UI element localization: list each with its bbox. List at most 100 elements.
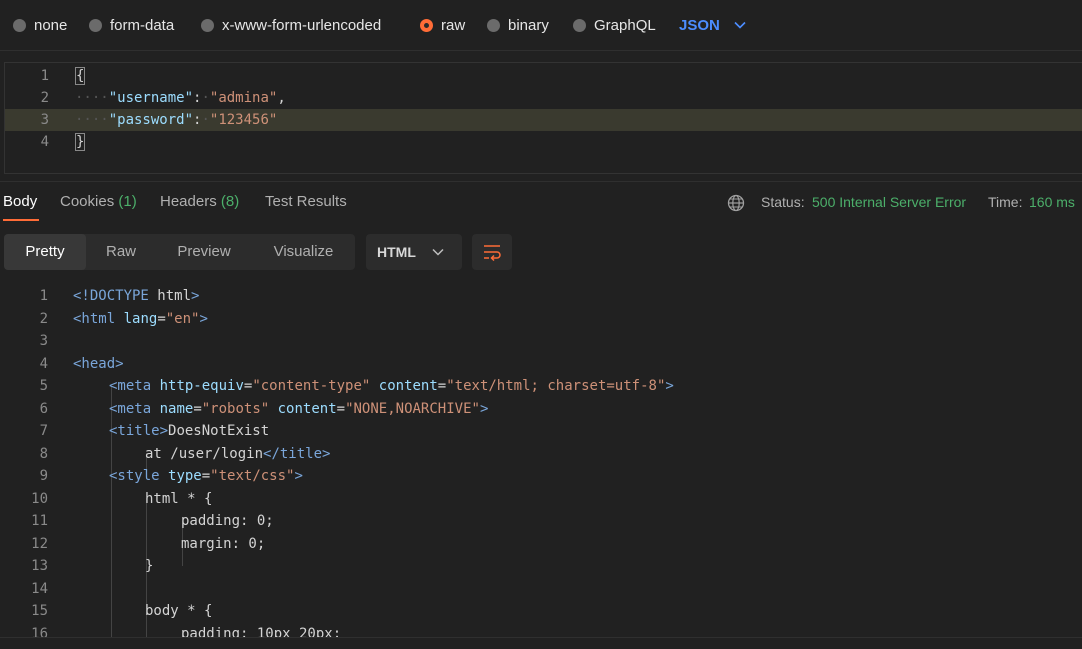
response-code-line: 5 <meta http-equiv="content-type" content… [0,375,1082,397]
response-code-line: 14 [0,578,1082,600]
code-text: <style type="text/css"> [109,468,303,484]
chevron-down-icon [734,21,746,29]
status-label: Status: [761,194,805,210]
time-label: Time: [988,194,1023,210]
view-preview-button[interactable]: Preview [156,234,252,270]
tab-headers[interactable]: Headers (8) [160,193,239,210]
line-number: 6 [39,400,48,417]
code-text: { [75,67,86,85]
radio-dot-icon [89,18,102,32]
radio-dot-icon [487,18,500,32]
line-number: 5 [39,378,48,394]
tab-cookies[interactable]: Cookies (1) [60,193,137,210]
response-code-line: 13} [0,555,1082,577]
view-raw-button[interactable]: Raw [86,234,156,270]
bottom-edge [0,637,1082,649]
raw-language-dropdown[interactable]: JSON [679,15,746,35]
radio-x-www-form-urlencoded[interactable]: x-www-form-urlencoded [201,15,381,35]
code-text: } [75,133,86,151]
tab-label: Body [3,193,38,210]
line-number: 3 [40,112,49,128]
radio-label: GraphQL [594,16,656,34]
radio-binary[interactable]: binary [487,15,549,35]
radio-form-data[interactable]: form-data [89,15,174,35]
code-text: padding: 10px 20px; [181,625,342,638]
editor-line: 2 ····"username":·"admina", [5,87,1082,109]
tab-body[interactable]: Body [3,193,37,210]
wrap-lines-button[interactable] [472,234,512,270]
radio-dot-icon [573,18,586,32]
code-text: } [145,558,154,574]
tab-label: Headers [160,193,217,210]
line-number: 12 [31,535,48,552]
response-code-line: 6 <meta name="robots" content="NONE,NOARC… [0,398,1082,420]
response-code-line: 11 padding: 0; [0,510,1082,532]
code-text: at /user/login</title> [145,445,331,462]
code-text: <html lang="en"> [73,310,208,327]
response-code-line: 3 [0,330,1082,352]
radio-label: x-www-form-urlencoded [222,16,382,34]
code-text: <meta name="robots" content="NONE,NOARCH… [109,400,489,417]
radio-dot-selected-icon [420,18,433,32]
editor-line: 4 } [5,131,1082,153]
line-number: 2 [40,90,49,106]
raw-language-label: JSON [679,16,720,34]
response-code-line: 15 body * { [0,600,1082,622]
time-value[interactable]: 160 ms [1029,194,1075,210]
wrap-lines-icon [484,245,501,261]
line-number: 16 [31,625,48,638]
radio-graphql[interactable]: GraphQL [573,15,656,35]
radio-none[interactable]: none [13,15,67,35]
request-body-editor[interactable]: 1 { 2 ····"username":·"admina", 3 ····"p… [4,62,1082,174]
line-number: 2 [39,310,48,327]
line-number: 14 [31,580,48,597]
chevron-down-icon [432,248,444,256]
body-type-bar: none form-data x-www-form-urlencoded raw… [0,0,1082,51]
editor-line-highlighted: 3 ····"password":·"123456" [5,109,1082,131]
line-number: 3 [39,333,48,349]
editor-line: 1 { [5,65,1082,87]
globe-icon[interactable] [727,194,745,212]
line-number: 10 [31,490,48,507]
response-code-line: 16 padding: 10px 20px; [0,623,1082,638]
line-number: 4 [40,134,49,150]
line-number: 15 [31,603,48,619]
line-number: 1 [39,288,48,304]
response-code-line: 7 <title>DoesNotExist [0,420,1082,442]
radio-label: binary [508,16,549,34]
pane-divider[interactable] [0,181,1082,182]
code-text: <!DOCTYPE html> [73,288,200,304]
code-text: <meta http-equiv="content-type" content=… [109,378,674,394]
status-value[interactable]: 500 Internal Server Error [812,194,966,210]
active-tab-indicator [3,219,39,221]
view-pretty-button[interactable]: Pretty [4,234,86,270]
line-number: 9 [39,468,48,484]
code-text: <title>DoesNotExist [109,423,270,439]
radio-dot-icon [201,18,214,32]
format-dropdown[interactable]: HTML [366,234,462,270]
radio-label: raw [441,16,466,34]
code-text: ····"password":·"123456" [75,112,278,128]
radio-raw[interactable]: raw [420,15,465,35]
radio-label: none [34,16,68,34]
tab-test-results[interactable]: Test Results [265,193,347,210]
response-code-line: 4 <head> [0,353,1082,375]
response-code-line: 9 <style type="text/css"> [0,465,1082,487]
code-text: margin: 0; [181,535,266,552]
radio-dot-icon [13,18,26,32]
view-visualize-button[interactable]: Visualize [252,234,355,270]
response-body-viewer[interactable]: 1 <!DOCTYPE html> 2 <html lang="en"> 3 4 <head… [0,285,1082,637]
view-mode-switcher: Pretty Raw Preview Visualize [4,234,355,270]
response-code-line: 10 html * { [0,488,1082,510]
line-number: 13 [31,558,48,574]
format-label: HTML [377,244,416,260]
response-code-line: 1 <!DOCTYPE html> [0,285,1082,307]
response-code-line: 2 <html lang="en"> [0,308,1082,330]
line-number: 4 [39,355,48,372]
code-text: <head> [73,355,124,372]
line-number: 8 [39,445,48,462]
tab-label: Cookies [60,193,115,210]
response-code-line: 8 at /user/login</title> [0,443,1082,465]
code-text: html * { [145,490,213,507]
line-number: 11 [31,513,48,529]
